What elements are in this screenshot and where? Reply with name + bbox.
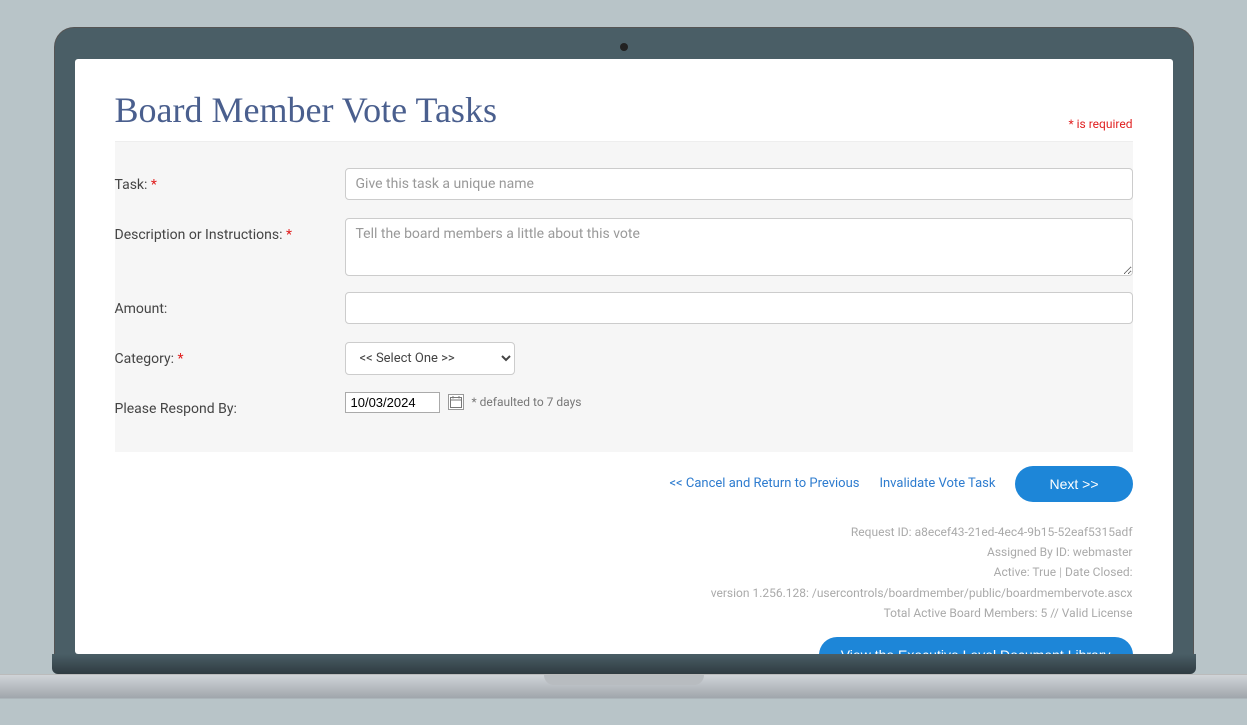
amount-input[interactable]	[345, 292, 1133, 324]
category-label: Category: *	[115, 342, 345, 376]
cancel-link[interactable]: << Cancel and Return to Previous	[669, 476, 859, 491]
active-label: Active:	[994, 565, 1030, 579]
asterisk-icon: *	[151, 177, 157, 193]
meta-block: Request ID: a8ecef43-21ed-4ec4-9b15-52ea…	[115, 522, 1133, 654]
invalidate-link[interactable]: Invalidate Vote Task	[879, 476, 995, 491]
description-input[interactable]	[345, 218, 1133, 276]
actions-row: << Cancel and Return to Previous Invalid…	[115, 452, 1133, 512]
page-title: Board Member Vote Tasks	[115, 89, 497, 131]
document-library-button[interactable]: View the Executive Level Document Librar…	[819, 637, 1133, 653]
asterisk-icon: *	[1068, 117, 1076, 131]
respond-by-input[interactable]	[345, 392, 440, 413]
request-id-label: Request ID:	[851, 525, 912, 539]
date-closed-label: Date Closed:	[1065, 565, 1132, 579]
active-value: True	[1032, 565, 1056, 579]
required-note: * is required	[1068, 117, 1132, 131]
respond-by-hint: * defaulted to 7 days	[472, 395, 582, 409]
amount-label: Amount:	[115, 292, 345, 326]
category-select[interactable]: << Select One >>	[345, 342, 515, 375]
task-input[interactable]	[345, 168, 1133, 200]
calendar-icon[interactable]	[448, 394, 464, 410]
assigned-by-label: Assigned By ID:	[987, 545, 1070, 559]
total-members-line: Total Active Board Members: 5 // Valid L…	[115, 603, 1133, 623]
asterisk-icon: *	[286, 227, 292, 243]
asterisk-icon: *	[177, 351, 183, 367]
version-line: version 1.256.128: /usercontrols/boardme…	[115, 583, 1133, 603]
vote-task-form: Task: * Description or Instructions: *	[115, 141, 1133, 452]
assigned-by-value: webmaster	[1073, 545, 1133, 559]
task-label: Task: *	[115, 168, 345, 202]
respond-by-label: Please Respond By:	[115, 392, 345, 426]
description-label: Description or Instructions: *	[115, 218, 345, 252]
next-button[interactable]: Next >>	[1015, 466, 1132, 502]
request-id-value: a8ecef43-21ed-4ec4-9b15-52eaf5315adf	[915, 525, 1133, 539]
